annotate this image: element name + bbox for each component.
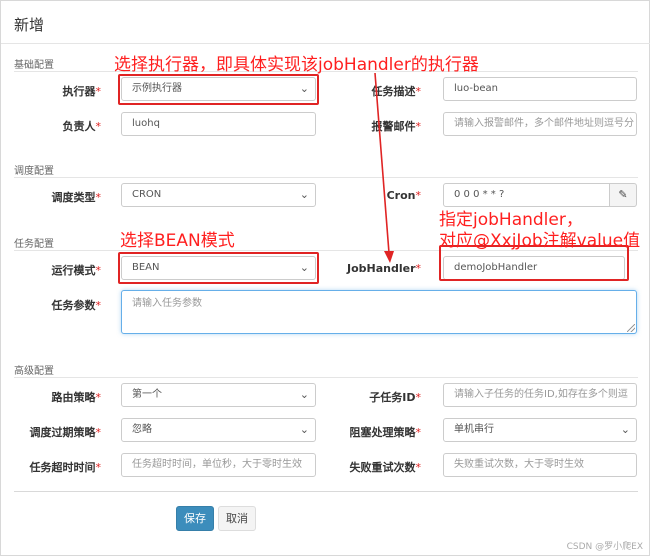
annotation-arrow-icon — [374, 72, 394, 263]
watermark: CSDN @罗小爬EX — [566, 542, 643, 552]
add-job-dialog: 新增 基础配置 执行器* 示例执行器 ⌄ 任务描述* luo-bean 负责人*… — [0, 0, 650, 556]
